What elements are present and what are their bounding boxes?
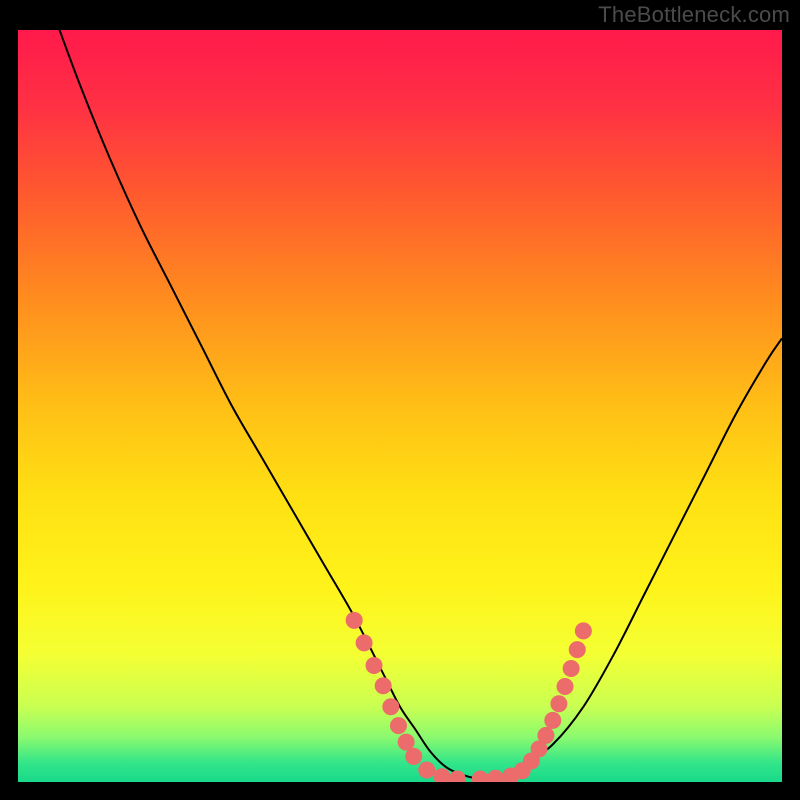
curve-marker [406, 748, 422, 764]
curve-marker [398, 734, 414, 750]
plot-area [18, 30, 782, 782]
curve-marker [366, 657, 382, 673]
curve-marker [545, 712, 561, 728]
curve-marker [449, 771, 465, 782]
curve-marker [375, 678, 391, 694]
curve-marker [383, 699, 399, 715]
curve-marker [563, 660, 579, 676]
gradient-rect [18, 30, 782, 782]
curve-marker [346, 612, 362, 628]
curve-marker [356, 635, 372, 651]
curve-marker [557, 679, 573, 695]
curve-marker [569, 642, 585, 658]
curve-marker [390, 718, 406, 734]
curve-marker [472, 771, 488, 782]
curve-marker [434, 769, 450, 782]
curve-marker [538, 727, 554, 743]
plot-svg [18, 30, 782, 782]
chart-frame: TheBottleneck.com [0, 0, 800, 800]
curve-marker [488, 770, 504, 782]
curve-marker [551, 696, 567, 712]
curve-marker [419, 762, 435, 778]
curve-marker [575, 623, 591, 639]
watermark-text: TheBottleneck.com [598, 2, 790, 28]
